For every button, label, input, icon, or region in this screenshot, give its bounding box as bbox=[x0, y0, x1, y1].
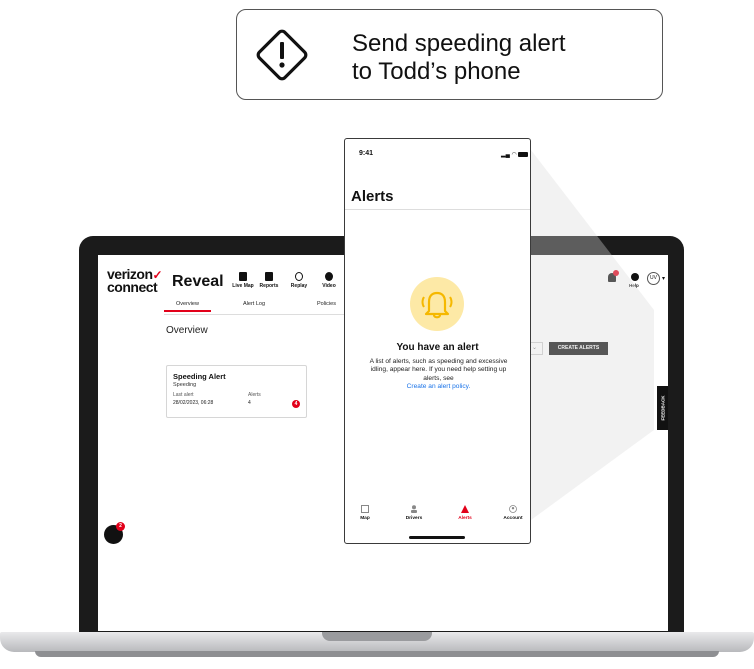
status-icons: ▂▄ ◠ bbox=[501, 151, 529, 158]
phone-tab-bar: Map Drivers Alerts Account bbox=[345, 505, 530, 529]
alert-bell-illustration bbox=[410, 277, 464, 331]
account-icon bbox=[509, 505, 517, 513]
phone-tab-alerts[interactable]: Alerts bbox=[445, 505, 485, 521]
callout-text: Send speeding alert to Todd’s phone bbox=[352, 30, 566, 85]
phone-page-title: Alerts bbox=[351, 188, 394, 205]
map-icon bbox=[361, 505, 369, 513]
battery-icon bbox=[518, 151, 529, 157]
divider bbox=[345, 209, 530, 210]
driver-icon bbox=[411, 505, 417, 513]
alert-icon bbox=[461, 505, 469, 513]
status-time: 9:41 bbox=[359, 150, 374, 157]
callout-bubble: Send speeding alert to Todd’s phone bbox=[236, 9, 663, 100]
bell-icon bbox=[421, 291, 453, 319]
phone-tab-map[interactable]: Map bbox=[345, 505, 385, 521]
home-indicator bbox=[409, 536, 465, 539]
phone-tab-account[interactable]: Account bbox=[493, 505, 533, 521]
phone-mockup: 9:41 ▂▄ ◠ Alerts You have an alert A lis… bbox=[344, 138, 531, 544]
empty-state-heading: You have an alert bbox=[396, 342, 479, 353]
phone-tab-drivers[interactable]: Drivers bbox=[394, 505, 434, 521]
empty-state-body: A list of alerts, such as speeding and e… bbox=[369, 358, 508, 391]
warning-icon bbox=[256, 29, 308, 81]
create-alert-policy-link[interactable]: Create an alert policy. bbox=[407, 383, 471, 390]
